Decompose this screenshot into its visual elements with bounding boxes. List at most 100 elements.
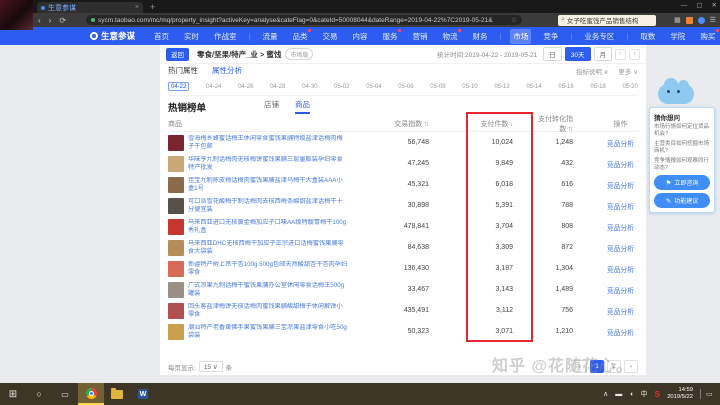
- sort-icon[interactable]: ⇅: [422, 122, 429, 128]
- nav-item-作战室[interactable]: 作战室: [211, 29, 240, 44]
- word-taskbar-icon[interactable]: W: [130, 383, 156, 405]
- page-size-select[interactable]: 15 ∨: [199, 361, 223, 372]
- date-tick[interactable]: 05-14: [526, 84, 541, 90]
- nav-item-财务[interactable]: 财务: [469, 29, 490, 44]
- explorer-taskbar-icon[interactable]: [104, 383, 130, 405]
- product-thumbnail[interactable]: [168, 324, 184, 340]
- browser-search-box[interactable]: ⌕ 女子吃蜜饯产品销售结构: [558, 15, 656, 26]
- product-title-link[interactable]: 佳宝九制陈皮梅话梅肉蜜饯果脯盐津乌梅干大盒装AAA小盒1号: [188, 177, 348, 192]
- nav-item-营销[interactable]: 营销: [409, 29, 430, 44]
- assistant-button-立即咨询[interactable]: ⚑立即咨询: [654, 175, 710, 190]
- date-tick[interactable]: 04-30: [302, 84, 317, 90]
- competitor-analysis-link[interactable]: 竞品分析: [603, 180, 638, 190]
- tray-volume-icon[interactable]: ◖: [629, 391, 633, 398]
- column-header-支付件数[interactable]: 支付件数 ↓: [433, 119, 533, 129]
- product-thumbnail[interactable]: [168, 240, 184, 256]
- date-tick[interactable]: 05-02: [334, 84, 349, 90]
- product-thumbnail[interactable]: [168, 135, 184, 151]
- product-thumbnail[interactable]: [168, 303, 184, 319]
- product-title-link[interactable]: 可口派雪花酸梅干制话梅肉去核西梅条酸甜盐津话梅干十分便宜装: [188, 198, 348, 213]
- product-thumbnail[interactable]: [168, 177, 184, 193]
- competitor-analysis-link[interactable]: 竞品分析: [603, 243, 638, 253]
- profile-icon[interactable]: [698, 17, 705, 24]
- tray-expand-icon[interactable]: ∧: [603, 390, 608, 398]
- sycm-brand[interactable]: 生意参谋: [90, 30, 135, 42]
- date-slider[interactable]: 04-2204-2404-2604-2804-3005-0205-0405-06…: [168, 78, 638, 96]
- nav-item-服务[interactable]: 服务: [379, 29, 400, 44]
- nav-item-品类[interactable]: 品类: [289, 29, 310, 44]
- bookmark-star-icon[interactable]: ☆: [511, 16, 517, 24]
- extension-orange-icon[interactable]: [686, 17, 693, 24]
- range-prev-icon[interactable]: ‹: [615, 49, 626, 60]
- nav-item-业务专区[interactable]: 业务专区: [581, 29, 617, 44]
- close-button[interactable]: ✕: [712, 0, 717, 12]
- nav-item-物流[interactable]: 物流: [439, 29, 460, 44]
- column-header-支付转化指数[interactable]: 支付转化指数 ⇅: [533, 114, 603, 134]
- date-tick[interactable]: 04-22: [168, 82, 189, 91]
- tray-network-icon[interactable]: ▬: [615, 391, 622, 398]
- ime-language-indicator[interactable]: 中: [641, 389, 648, 399]
- reload-icon[interactable]: ⟳: [59, 16, 66, 25]
- sort-icon[interactable]: ↓: [508, 122, 513, 128]
- product-title-link[interactable]: 雪海梅乡蜂蜜话梅王休闲零食蜜饯果脯特级盐津话梅肉梅子干包邮: [188, 135, 348, 150]
- nav-item-实时[interactable]: 实时: [181, 29, 202, 44]
- minimize-button[interactable]: —: [681, 0, 688, 12]
- nav-item-流量[interactable]: 流量: [259, 29, 280, 44]
- page-next-icon[interactable]: ›: [624, 360, 638, 373]
- nav-item-竞争[interactable]: 竞争: [540, 29, 561, 44]
- tab-close-icon[interactable]: ×: [135, 4, 139, 11]
- new-tab-button[interactable]: +: [150, 2, 155, 12]
- assistant-question-link[interactable]: 市场行情如何定位货品机会?: [654, 124, 710, 138]
- assistant-mascot-icon[interactable]: [655, 80, 697, 106]
- task-view-icon[interactable]: ▭: [52, 383, 78, 405]
- date-tick[interactable]: 05-04: [366, 84, 381, 90]
- date-granularity-30d[interactable]: 30天: [565, 47, 591, 61]
- product-title-link[interactable]: 潮汕特产老香黄佛手果蜜饯果脯三宝凉果盐津零食小吃50g袋装: [188, 324, 348, 339]
- metric-help-link[interactable]: 指标说明 ∨: [576, 66, 609, 76]
- page-number-1[interactable]: 1: [590, 360, 604, 373]
- url-field[interactable]: sycm.taobao.com/mc/mq/property_insight?a…: [86, 15, 522, 25]
- range-next-icon[interactable]: ›: [629, 49, 640, 60]
- maximize-button[interactable]: ▢: [696, 0, 702, 12]
- page-number-2[interactable]: 2: [607, 360, 621, 373]
- browser-menu-icon[interactable]: ☰: [710, 16, 716, 24]
- sort-icon[interactable]: ⇅: [566, 127, 573, 133]
- notification-center-icon[interactable]: ▭: [700, 389, 716, 399]
- nav-item-首页[interactable]: 首页: [151, 29, 172, 44]
- competitor-analysis-link[interactable]: 竞品分析: [603, 285, 638, 295]
- assistant-question-link[interactable]: 竞争情报如何观察同行动态?: [654, 158, 710, 172]
- product-thumbnail[interactable]: [168, 198, 184, 214]
- product-thumbnail[interactable]: [168, 219, 184, 235]
- column-header-交易指数[interactable]: 交易指数 ⇅: [348, 119, 433, 129]
- nav-item-购买[interactable]: 购买: [697, 29, 718, 44]
- taskbar-search-icon[interactable]: ○: [26, 383, 52, 405]
- date-granularity-day[interactable]: 日: [543, 47, 562, 61]
- tab-hot-property[interactable]: 热门属性: [168, 65, 198, 76]
- product-title-link[interactable]: 广式凉果九制话梅干蜜饯果脯办公室休闲零食话梅王500g罐装: [188, 282, 348, 297]
- product-thumbnail[interactable]: [168, 261, 184, 277]
- product-title-link[interactable]: 新疆特产树上吊干杏100g 500g包邮天然酸甜杏干杏肉孕妇零食: [188, 261, 348, 276]
- assistant-question-link[interactable]: 主营类目如何挖掘市场商机?: [654, 141, 710, 155]
- competitor-analysis-link[interactable]: 竞品分析: [603, 264, 638, 274]
- back-icon[interactable]: ‹: [38, 16, 41, 25]
- nav-item-学院[interactable]: 学院: [667, 29, 688, 44]
- competitor-analysis-link[interactable]: 竞品分析: [603, 201, 638, 211]
- assistant-button-功能建议[interactable]: ✎功能建议: [654, 193, 710, 208]
- nav-item-交易[interactable]: 交易: [319, 29, 340, 44]
- date-tick[interactable]: 05-12: [494, 84, 509, 90]
- tab-items[interactable]: 商品: [295, 99, 310, 114]
- date-tick[interactable]: 05-20: [622, 84, 637, 90]
- tab-property-analysis[interactable]: 属性分析: [212, 65, 242, 76]
- start-button[interactable]: ⊞: [0, 383, 26, 405]
- extension-puzzle-icon[interactable]: ▦: [674, 16, 681, 24]
- competitor-analysis-link[interactable]: 竞品分析: [603, 138, 638, 148]
- competitor-analysis-link[interactable]: 竞品分析: [603, 306, 638, 316]
- date-tick[interactable]: 05-08: [430, 84, 445, 90]
- tab-shops[interactable]: 店铺: [264, 99, 279, 114]
- date-tick[interactable]: 05-10: [462, 84, 477, 90]
- column-header-操作[interactable]: 操作: [603, 119, 638, 129]
- more-link[interactable]: 更多 ∨: [618, 66, 638, 76]
- competitor-analysis-link[interactable]: 竞品分析: [603, 222, 638, 232]
- product-title-link[interactable]: 马来西亚进口无核黄金梅加应子口味AA级特靓青梅干100g秀礼盒: [188, 219, 348, 234]
- product-thumbnail[interactable]: [168, 156, 184, 172]
